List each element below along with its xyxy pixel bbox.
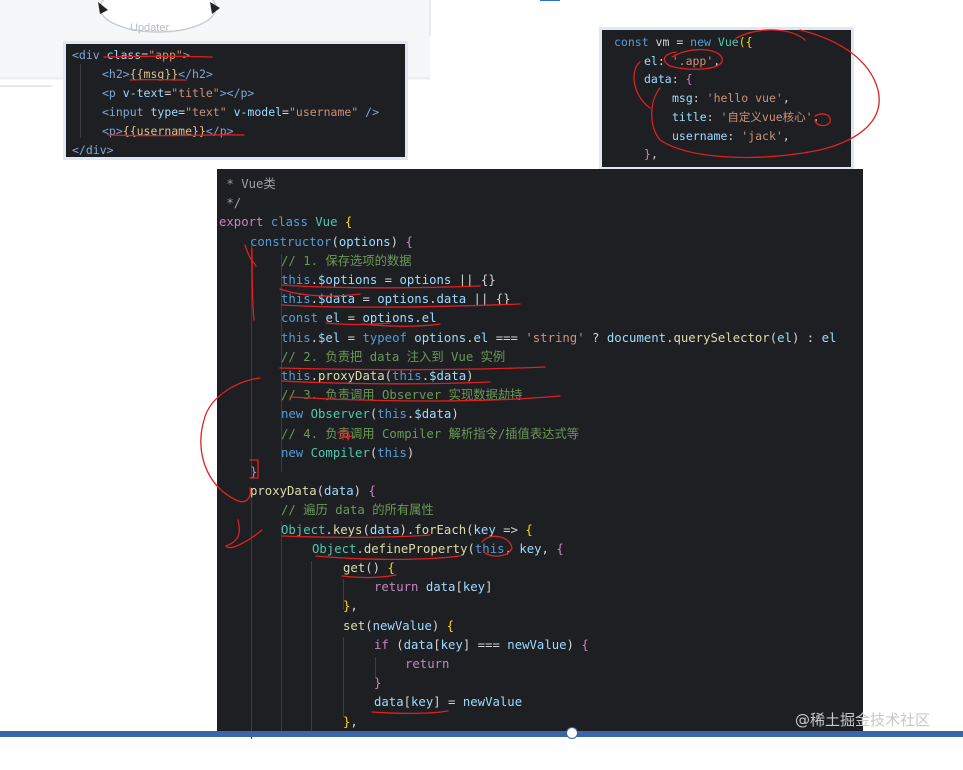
code-line: // 4. 负责调用 Compiler 解析指令/插值表达式等 — [281, 426, 580, 441]
code-line: }, — [343, 714, 358, 729]
code-line: msg: 'hello vue', — [672, 91, 790, 106]
template-code: <div class="app"> <h2>{{msg}}</h2> <p v-… — [72, 46, 379, 198]
code-line: const el = options.el — [281, 311, 437, 326]
code-line: this.$data = options.data || {} — [281, 292, 511, 307]
code-line: // 遍历 data 的所有属性 — [281, 503, 434, 518]
code-line: data[key] = newValue — [374, 695, 523, 710]
code-line: return — [405, 657, 450, 671]
code-line: this.$el = typeof options.el === 'string… — [281, 330, 837, 345]
code-line: // 1. 保存选项的数据 — [281, 253, 412, 268]
code-line: // 3. 负责调用 Observer 实现数据劫持 — [281, 388, 523, 403]
main-code: * Vue类 */ export class Vue { constructor… — [219, 175, 836, 770]
code-line: Object.keys(data).forEach(key => { — [281, 522, 533, 537]
code-line: proxyData(data) { — [250, 484, 376, 499]
code-line: set(newValue) { — [343, 618, 455, 633]
vm-code-panel: const vm = new Vue({ el: '.app', data: {… — [602, 30, 851, 167]
scroll-handle[interactable] — [566, 727, 578, 739]
code-line: </div> — [72, 143, 114, 157]
code-line: get() { — [343, 561, 395, 575]
code-line: <input type="text" v-model="username" /> — [102, 105, 380, 119]
code-line: data: { — [644, 72, 693, 87]
code-line: this.proxyData(this.$data) — [281, 369, 474, 383]
code-line: <p>{{username}}</p> — [102, 124, 234, 138]
code-line: */ — [219, 196, 242, 211]
code-line: Object.defineProperty(this, key, { — [312, 541, 564, 556]
code-line: constructor(options) { — [250, 234, 413, 249]
code-line: // 2. 负责把 data 注入到 Vue 实例 — [281, 349, 506, 364]
code-line: <div class="app"> — [72, 48, 190, 62]
code-line: el: '.app', — [644, 53, 721, 68]
code-line: const vm = new Vue({ — [614, 35, 753, 49]
code-line: export class Vue { — [219, 215, 353, 230]
watermark: @稀土掘金技术社区 — [795, 711, 931, 729]
code-line: } — [250, 465, 258, 479]
code-line: return data[key] — [374, 580, 493, 595]
code-line: * Vue类 — [219, 177, 276, 191]
code-line: this.$options = options || {} — [281, 273, 496, 287]
code-line: new Compiler(this) — [281, 445, 415, 460]
updater-label: Updater — [130, 22, 169, 34]
code-line: title: '自定义vue核心', — [672, 109, 820, 124]
code-line: }, — [644, 147, 658, 162]
bottom-status-bar — [0, 731, 963, 737]
code-line: if (data[key] === newValue) { — [374, 637, 589, 652]
template-code-panel: <div class="app"> <h2>{{msg}}</h2> <p v-… — [66, 44, 405, 157]
code-line: new Observer(this.$data) — [281, 407, 459, 422]
code-line: }, — [343, 599, 358, 614]
code-line: <h2>{{msg}}</h2> — [102, 67, 213, 81]
code-line: username: 'jack', — [672, 128, 790, 143]
code-line: <p v-text="title"></p> — [102, 86, 255, 100]
code-line: } — [374, 676, 382, 691]
main-code-editor: * Vue类 */ export class Vue { constructor… — [217, 169, 863, 739]
